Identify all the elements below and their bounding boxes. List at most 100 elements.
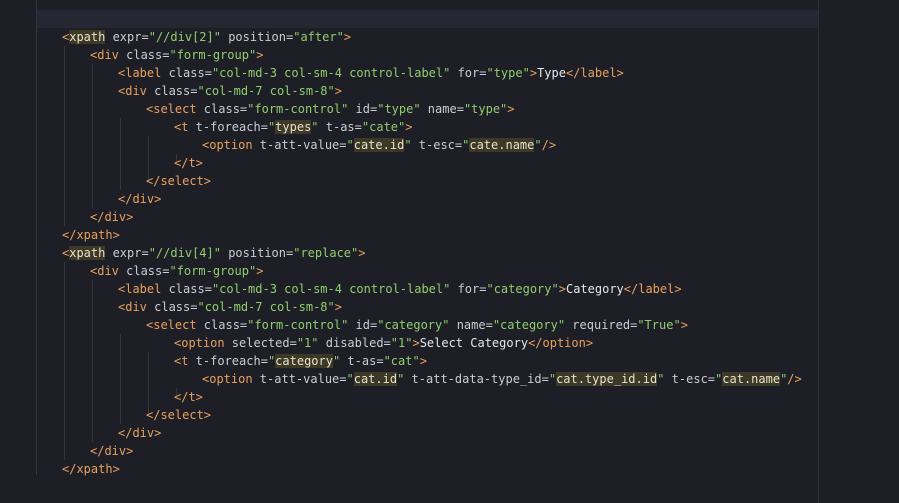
code-token: Category [565, 282, 624, 296]
code-token: <option [202, 372, 253, 386]
code-line[interactable]: <option t-att-value="cat.id" t-att-data-… [202, 370, 802, 388]
code-line[interactable]: </div> [118, 190, 161, 208]
code-line[interactable]: <select class="form-control" id="categor… [146, 316, 688, 334]
code-line[interactable]: <xpath expr="//div[4]" position="replace… [62, 244, 365, 262]
code-token: </t> [174, 156, 203, 170]
code-line[interactable]: <div class="form-group"> [90, 46, 263, 64]
code-line[interactable]: </t> [174, 154, 203, 172]
code-line[interactable]: </div> [90, 208, 133, 226]
code-line[interactable]: <label class="col-md-3 col-sm-4 control-… [118, 64, 624, 82]
code-token: > [334, 300, 342, 314]
code-token: class= [146, 84, 198, 98]
code-token: /> [787, 372, 802, 386]
code-line[interactable]: <option t-att-value="cate.id" t-esc="cat… [202, 136, 556, 154]
code-token: <label [118, 66, 162, 80]
code-token: </select> [146, 174, 212, 188]
code-token: Type [537, 66, 566, 80]
indent-guide [92, 64, 93, 208]
code-token: "category" [492, 318, 566, 332]
code-line[interactable]: <t t-foreach="category" t-as="cat"> [174, 352, 427, 370]
code-editor[interactable]: <xpath expr="//div[2]" position="after">… [0, 0, 899, 503]
code-token: name= [449, 318, 493, 332]
indent-guide [64, 46, 65, 226]
code-token: category [275, 354, 333, 368]
code-token: > [412, 336, 420, 350]
code-token: id= [348, 318, 378, 332]
code-token: " [404, 138, 412, 152]
code-token: </label> [565, 66, 624, 80]
indent-guide [92, 280, 93, 442]
code-token: </t> [174, 390, 203, 404]
code-line[interactable]: <xpath expr="//div[2]" position="after"> [62, 28, 351, 46]
code-token: <select [146, 102, 197, 116]
code-token: </div> [118, 192, 162, 206]
code-line[interactable]: <label class="col-md-3 col-sm-4 control-… [118, 280, 682, 298]
current-line-highlight [36, 10, 819, 28]
code-line[interactable]: <option selected="1" disabled="1">Select… [174, 334, 593, 352]
code-token: " [346, 138, 354, 152]
code-token: "col-md-3 col-sm-4 control-label" [211, 282, 451, 296]
code-token: </xpath> [62, 462, 120, 476]
code-token: cat.id [353, 372, 398, 386]
code-token: " [534, 138, 542, 152]
code-token: position= [220, 30, 294, 44]
code-token: class= [161, 282, 212, 296]
code-token: </option> [528, 336, 594, 350]
code-token: <label [118, 282, 162, 296]
indent-guide [36, 0, 37, 475]
code-token: for= [450, 282, 487, 296]
code-token: <option [202, 138, 253, 152]
code-token: class= [118, 48, 170, 62]
code-token: cat.type_id.id [556, 372, 658, 386]
code-token: Select Category [419, 336, 529, 350]
code-token: <t [174, 120, 189, 134]
indent-guide [64, 262, 65, 460]
code-token: <select [146, 318, 197, 332]
code-line[interactable]: </div> [90, 442, 133, 460]
code-token: "col-md-7 col-sm-8" [197, 84, 335, 98]
code-token: "form-control" [247, 318, 349, 332]
code-token: </select> [146, 408, 212, 422]
code-token: id= [348, 102, 378, 116]
code-line[interactable]: <div class="col-md-7 col-sm-8"> [118, 298, 342, 316]
code-token: "after" [293, 30, 344, 44]
code-token: > [529, 66, 538, 80]
code-token: "1" [296, 336, 319, 350]
code-token: expr= [105, 246, 149, 260]
code-token: selected= [224, 336, 297, 350]
code-token: "replace" [293, 246, 359, 260]
code-line[interactable]: </xpath> [62, 460, 120, 478]
code-token: t-as= [318, 120, 362, 134]
code-line[interactable]: <div class="form-group"> [90, 262, 263, 280]
indent-guide [120, 118, 121, 190]
code-token: "1" [390, 336, 413, 350]
code-line[interactable]: <t t-foreach="types" t-as="cate"> [174, 118, 412, 136]
code-token: > [334, 84, 342, 98]
code-token: "//div[4]" [148, 246, 221, 260]
code-line[interactable]: </div> [118, 424, 161, 442]
code-line[interactable]: <select class="form-control" id="type" n… [146, 100, 515, 118]
code-line[interactable]: </xpath> [62, 226, 120, 244]
code-token: " [346, 372, 354, 386]
code-token: "//div[2]" [148, 30, 221, 44]
column-ruler [818, 0, 819, 503]
code-token: expr= [105, 30, 149, 44]
code-token: > [558, 282, 566, 296]
code-token: " [548, 372, 557, 386]
code-line[interactable]: </select> [146, 172, 211, 190]
code-token: </div> [90, 444, 134, 458]
code-line[interactable]: </t> [174, 388, 203, 406]
code-token: name= [420, 102, 464, 116]
code-token: </div> [118, 426, 162, 440]
code-token: t-att-value= [252, 372, 347, 386]
code-token: "category" [377, 318, 450, 332]
code-line[interactable]: <div class="col-md-7 col-sm-8"> [118, 82, 342, 100]
code-token: xpath [69, 30, 106, 44]
code-token: "type" [377, 102, 421, 116]
code-line[interactable]: </select> [146, 406, 211, 424]
code-token: <div [118, 300, 147, 314]
code-token: <t [174, 354, 189, 368]
code-token: > [507, 102, 515, 116]
code-token: "cat" [383, 354, 420, 368]
code-token: t-att-value= [252, 138, 347, 152]
